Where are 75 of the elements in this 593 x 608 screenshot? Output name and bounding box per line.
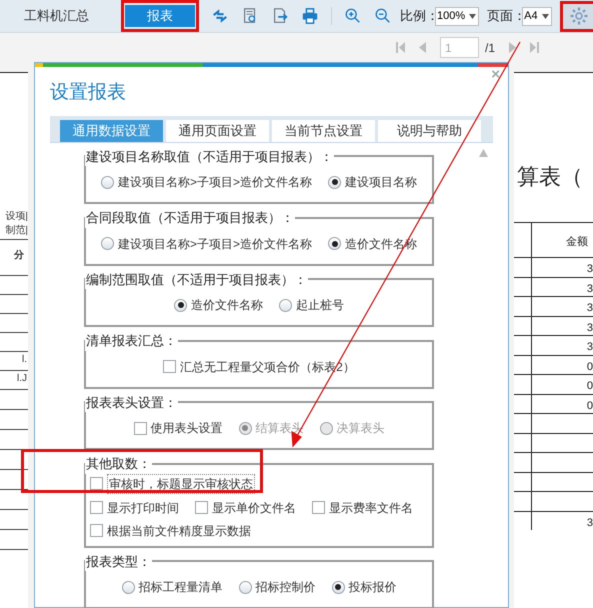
radio-option[interactable]: 建设项目名称>子项目>造价文件名称: [100, 234, 312, 252]
radio-option[interactable]: 起止桩号: [279, 296, 344, 314]
table-cell-text: 3: [586, 340, 593, 354]
table-cell-text: l.J: [17, 372, 27, 386]
checkbox[interactable]: [134, 422, 146, 434]
first-page-icon[interactable]: [396, 42, 405, 53]
dialog-tab[interactable]: 通用页面设置: [166, 120, 269, 142]
group-legend: 清单报表汇总：: [85, 331, 178, 350]
dropdown-icon: [542, 14, 549, 18]
page-total: /1: [484, 40, 495, 56]
radio-button[interactable]: [238, 580, 252, 594]
scale-select[interactable]: 100%: [435, 6, 480, 26]
report-text: 设项|: [5, 210, 28, 224]
table-cell-text: 3: [586, 516, 593, 530]
last-page-icon[interactable]: [530, 42, 539, 53]
table-cell-text: l.: [22, 353, 27, 367]
radio-option[interactable]: 建设项目名称>子项目>造价文件名称: [100, 173, 312, 191]
zoom-in-icon[interactable]: [344, 7, 362, 25]
radio-button[interactable]: [100, 237, 114, 250]
radio-button[interactable]: [100, 176, 114, 188]
radio-button[interactable]: [174, 298, 187, 312]
table-cell-text: 0: [586, 398, 593, 413]
radio-button[interactable]: [332, 580, 344, 594]
scroll-up-icon[interactable]: [479, 148, 488, 156]
table-cell-text: 3: [586, 301, 593, 316]
report-text: 制范|: [5, 224, 28, 238]
table-cell-text: 0: [586, 360, 593, 374]
table-cell-text: 3: [586, 320, 593, 335]
checkbox-option[interactable]: 根据当前文件精度显示数据: [90, 522, 251, 540]
toolbar-tab[interactable]: 报表: [125, 4, 195, 27]
group-legend: 其他取数：: [85, 454, 152, 474]
table-header: 分: [14, 248, 24, 263]
print-icon[interactable]: [301, 7, 319, 25]
zoom-out-icon[interactable]: [374, 7, 392, 25]
checkbox[interactable]: [312, 501, 325, 514]
checkbox[interactable]: [163, 360, 176, 373]
radio-option[interactable]: 造价文件名称: [328, 234, 417, 252]
table-cell-text: 0: [586, 379, 593, 394]
checkbox[interactable]: [90, 524, 103, 537]
checkbox-option[interactable]: 显示费率文件名: [312, 498, 413, 516]
dialog-tab[interactable]: 当前节点设置: [272, 120, 375, 142]
checkbox[interactable]: [90, 477, 103, 490]
radio-option[interactable]: 投标报价: [332, 578, 396, 596]
dialog-tab[interactable]: 说明与帮助: [378, 120, 481, 142]
toolbar-tab[interactable]: 工料机汇总: [8, 4, 105, 27]
group-legend: 报表类型：: [85, 552, 152, 571]
settings-icon[interactable]: [568, 6, 589, 26]
radio-button[interactable]: [328, 237, 341, 250]
checkbox[interactable]: [195, 501, 208, 514]
group-legend: 合同段取值（不适用于项目报表）：: [85, 208, 295, 228]
checkbox-option[interactable]: 显示打印时间: [90, 498, 179, 516]
radio-button[interactable]: [328, 176, 341, 188]
page-select[interactable]: A4: [522, 6, 552, 26]
radio-button[interactable]: [279, 298, 292, 312]
group-legend: 建设项目名称取值（不适用于项目报表）：: [85, 146, 334, 166]
table-cell-text: 3: [586, 262, 593, 276]
checkbox-option[interactable]: 显示单价文件名: [195, 498, 296, 516]
export-icon[interactable]: [271, 7, 289, 25]
dropdown-icon: [469, 14, 476, 18]
radio-option[interactable]: 建设项目名称: [328, 173, 417, 191]
refresh-icon[interactable]: [211, 7, 229, 25]
next-page-icon[interactable]: [509, 42, 516, 53]
dialog-title: 设置报表: [49, 81, 126, 105]
checkbox[interactable]: [90, 501, 103, 514]
radio-option[interactable]: 造价文件名称: [174, 296, 263, 314]
radio-option[interactable]: 招标控制价: [238, 578, 316, 596]
table-cell-text: 3: [586, 282, 593, 296]
checkbox-option[interactable]: 使用表头设置: [134, 419, 222, 437]
group-legend: 报表表头设置：: [85, 392, 178, 412]
radio-option[interactable]: 招标工程量清单: [122, 578, 222, 596]
group-legend: 编制范围取值（不适用于项目报表）：: [85, 270, 308, 289]
previous-page-icon[interactable]: [418, 42, 426, 53]
radio-button[interactable]: [122, 580, 134, 594]
report-title: 算表（: [516, 164, 584, 192]
table-header: 金额: [566, 234, 588, 250]
